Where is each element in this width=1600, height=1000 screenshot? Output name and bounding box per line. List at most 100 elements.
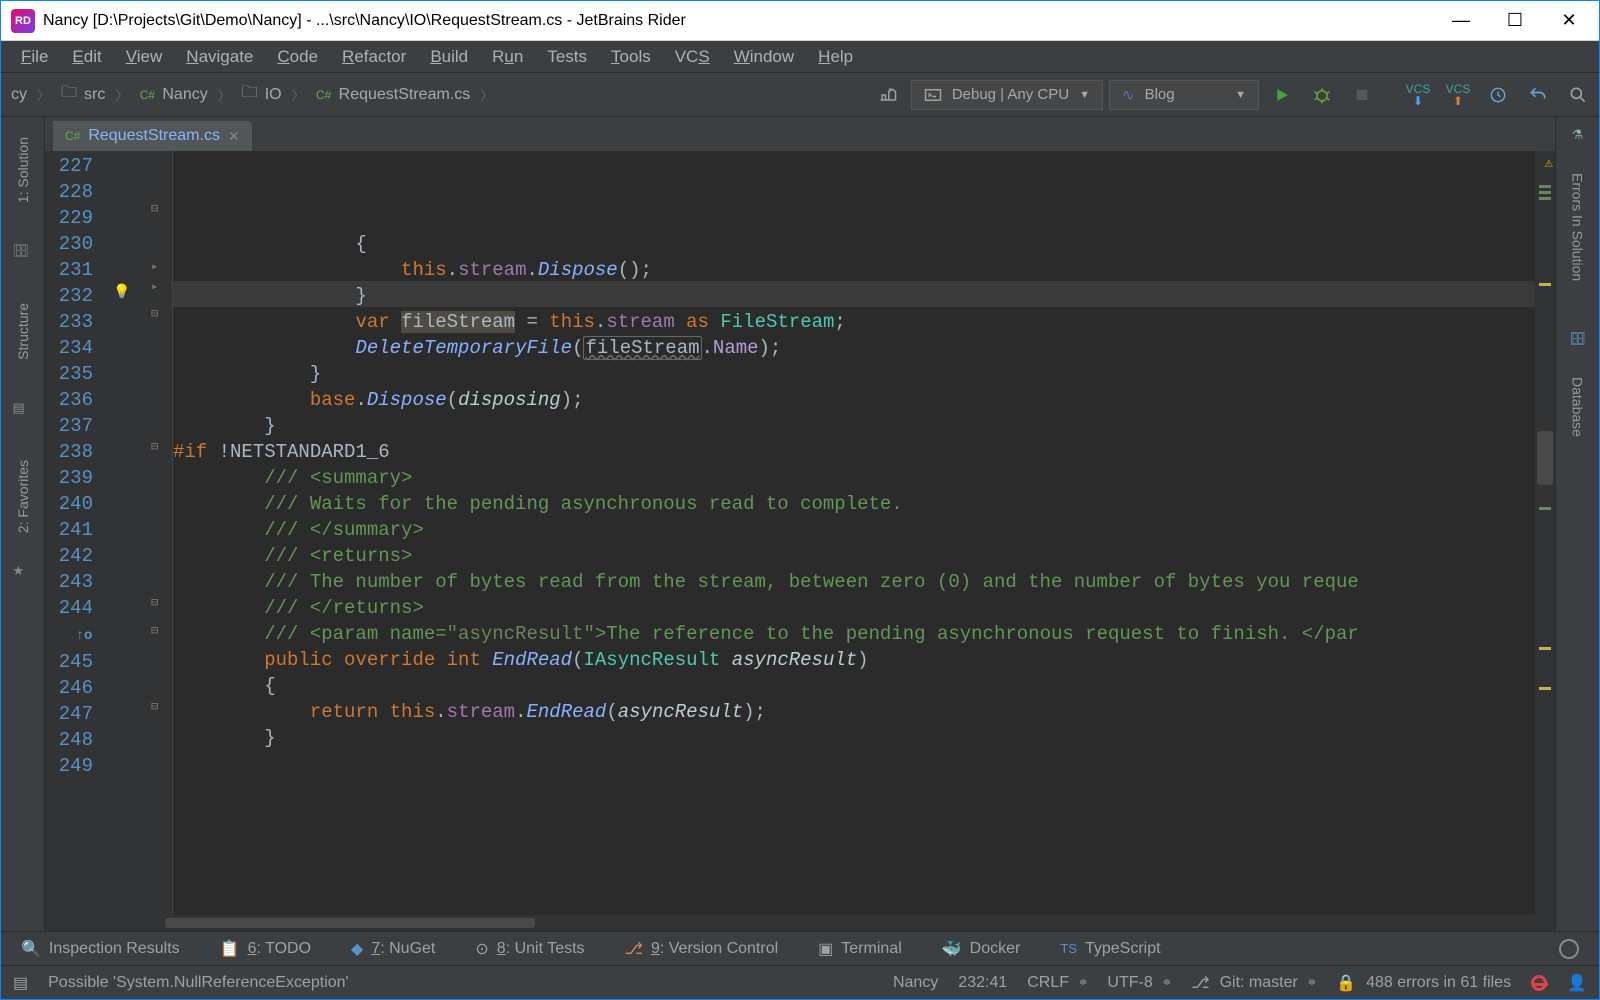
tool-tab-todo[interactable]: 📋6: TODO	[220, 939, 311, 959]
breadcrumb-item[interactable]: cy	[5, 84, 33, 106]
csharp-icon: C#	[315, 86, 333, 104]
chevron-right-icon: 〉	[480, 85, 493, 104]
menu-view[interactable]: View	[116, 43, 173, 71]
toolbar: cy 〉 🗀src 〉 C#Nancy 〉 🗀IO 〉 C#RequestStr…	[1, 73, 1599, 117]
tool-tab-typescript[interactable]: TSTypeScript	[1060, 940, 1160, 958]
lightbulb-icon[interactable]: 💡	[113, 284, 130, 301]
status-errors[interactable]: 🔒488 errors in 61 files	[1336, 973, 1511, 993]
tool-tab-favorites[interactable]: 2: Favorites	[13, 450, 33, 543]
tool-tab-nuget[interactable]: ◆7: NuGet	[351, 939, 435, 959]
vcs-commit-button[interactable]: VCS⬆	[1441, 80, 1475, 110]
breadcrumb-item[interactable]: C#RequestStream.cs	[309, 84, 477, 106]
tool-tab-solution[interactable]: 1: Solution	[13, 127, 33, 213]
stop-icon	[1355, 88, 1369, 102]
star-icon[interactable]: ★	[13, 563, 33, 583]
debug-button[interactable]	[1305, 80, 1339, 110]
vcs-update-button[interactable]: VCS⬇	[1401, 80, 1435, 110]
terminal-icon	[924, 88, 942, 102]
dotnet-icon: ∿	[1122, 86, 1135, 104]
tool-tab-structure[interactable]: Structure	[13, 293, 33, 370]
play-icon	[1274, 87, 1290, 103]
breadcrumb-item[interactable]: C#Nancy	[132, 84, 213, 106]
build-button[interactable]	[871, 80, 905, 110]
vertical-scrollbar-thumb[interactable]	[1537, 431, 1553, 485]
nuget-icon: ◆	[351, 939, 363, 959]
status-person[interactable]: 👤	[1567, 973, 1587, 993]
maximize-button[interactable]: ☐	[1503, 10, 1527, 31]
status-health[interactable]	[1531, 975, 1547, 991]
run-button[interactable]	[1265, 80, 1299, 110]
history-button[interactable]	[1481, 80, 1515, 110]
menu-code[interactable]: Code	[267, 43, 328, 71]
search-button[interactable]	[1561, 80, 1595, 110]
run-config-dropdown[interactable]: ∿ Blog ▼	[1109, 80, 1259, 110]
tool-tab-errors[interactable]: Errors In Solution	[1568, 163, 1588, 291]
undo-button[interactable]	[1521, 80, 1555, 110]
tool-tab-terminal[interactable]: ▣Terminal	[818, 939, 902, 959]
menu-build[interactable]: Build	[420, 43, 478, 71]
database-icon[interactable]: 🗄	[1569, 331, 1586, 347]
breadcrumb-item[interactable]: 🗀src	[54, 84, 111, 106]
editor-tab[interactable]: C# RequestStream.cs ✕	[53, 121, 252, 151]
chevron-right-icon: 〉	[37, 85, 50, 104]
structure-icon[interactable]: ▤	[13, 400, 33, 420]
chevron-right-icon: 〉	[292, 85, 305, 104]
menu-file[interactable]: File	[11, 43, 58, 71]
status-hint: Possible 'System.NullReferenceException'	[48, 974, 348, 992]
stop-button[interactable]	[1345, 80, 1379, 110]
titlebar: RD Nancy [D:\Projects\Git\Demo\Nancy] - …	[1, 1, 1599, 41]
menu-navigate[interactable]: Navigate	[176, 43, 263, 71]
code-editor[interactable]: 2272282292302312322332342352362372382392…	[45, 151, 1555, 915]
folder-icon: 🗀	[241, 86, 259, 104]
hammer-icon	[878, 85, 898, 105]
tab-label: RequestStream.cs	[88, 127, 220, 145]
main-area: 1: Solution 🗄 Structure ▤ 2: Favorites ★…	[1, 117, 1599, 931]
error-stripe[interactable]: ⚠	[1535, 151, 1555, 915]
minimize-button[interactable]: —	[1449, 10, 1473, 31]
breadcrumb-item[interactable]: 🗀IO	[235, 84, 288, 106]
menu-help[interactable]: Help	[808, 43, 863, 71]
status-line-sep[interactable]: CRLF≑	[1027, 974, 1087, 992]
person-icon: 👤	[1567, 973, 1587, 993]
window-title: Nancy [D:\Projects\Git\Demo\Nancy] - ...…	[43, 12, 1449, 30]
folder-icon: 🗀	[60, 86, 78, 104]
search-icon	[1568, 85, 1588, 105]
close-button[interactable]: ✕	[1557, 10, 1581, 31]
tool-tab-unit-tests[interactable]: ⊙8: Unit Tests	[475, 939, 584, 959]
editor-area: C# RequestStream.cs ✕ 227228229230231232…	[45, 117, 1555, 931]
tool-tab-docker[interactable]: 🐳Docker	[942, 939, 1021, 959]
flask-icon[interactable]: ⚗	[1572, 127, 1584, 143]
menu-vcs[interactable]: VCS	[665, 43, 720, 71]
progress-indicator[interactable]	[1559, 939, 1579, 959]
menu-refactor[interactable]: Refactor	[332, 43, 416, 71]
chevron-down-icon: ▼	[1079, 89, 1090, 101]
editor-tabs: C# RequestStream.cs ✕	[45, 117, 1555, 151]
code-content[interactable]: { this.stream.Dispose(); } var fileStrea…	[173, 151, 1535, 915]
line-number-gutter: 2272282292302312322332342352362372382392…	[45, 151, 103, 915]
show-tools-button[interactable]: ▤	[13, 973, 28, 993]
menu-edit[interactable]: Edit	[62, 43, 111, 71]
horizontal-scrollbar[interactable]	[45, 915, 1555, 931]
menu-window[interactable]: Window	[724, 43, 804, 71]
project-icon[interactable]: 🗄	[13, 243, 33, 263]
status-project[interactable]: Nancy	[893, 974, 938, 992]
tool-tab-database[interactable]: Database	[1568, 367, 1588, 447]
horizontal-scrollbar-thumb[interactable]	[165, 918, 535, 928]
bottom-tool-tabs: 🔍Inspection Results 📋6: TODO ◆7: NuGet ⊙…	[1, 931, 1599, 965]
menu-tests[interactable]: Tests	[537, 43, 597, 71]
status-cursor[interactable]: 232:41	[958, 974, 1007, 992]
tool-tab-inspection[interactable]: 🔍Inspection Results	[21, 939, 180, 959]
menu-tools[interactable]: Tools	[601, 43, 661, 71]
tool-tab-vcs[interactable]: ⎇9: Version Control	[625, 939, 779, 959]
chevron-right-icon: 〉	[218, 85, 231, 104]
status-git[interactable]: ⎇Git: master≑	[1191, 973, 1316, 993]
status-encoding[interactable]: UTF-8≑	[1107, 974, 1171, 992]
close-tab-icon[interactable]: ✕	[228, 128, 240, 145]
error-indicator-icon	[1531, 975, 1547, 991]
menu-run[interactable]: Run	[482, 43, 533, 71]
branch-icon: ⎇	[625, 939, 643, 959]
typescript-icon: TS	[1060, 941, 1077, 956]
marker-gutter: 💡 ⊟ ▸ ▸ ⊟ ⊟ ⊟ ⊟ ⊟	[103, 151, 173, 915]
csharp-icon: C#	[138, 86, 156, 104]
build-config-dropdown[interactable]: Debug | Any CPU ▼	[911, 80, 1103, 110]
